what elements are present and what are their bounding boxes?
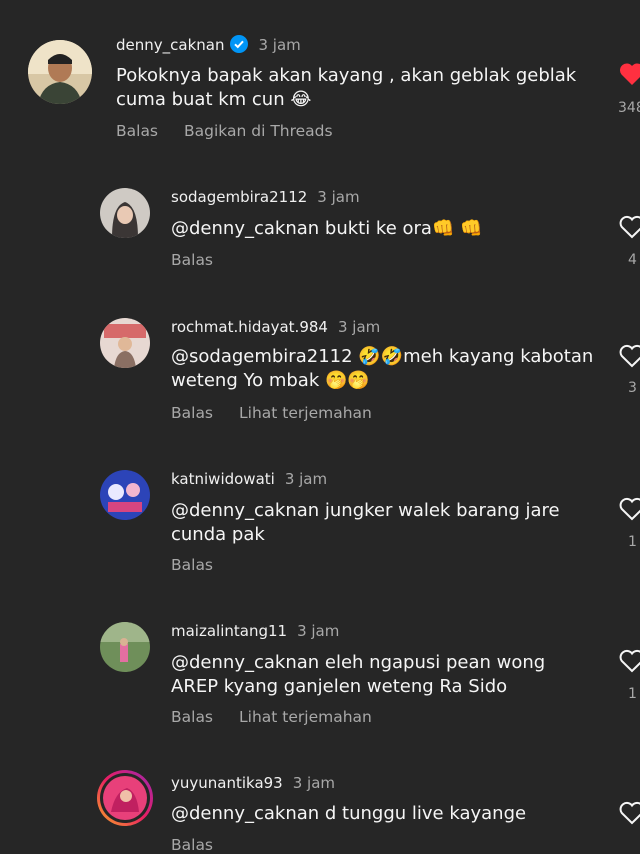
reply-button[interactable]: Balas [171,251,213,269]
comment-line: cuma buat km cun 😂 [116,89,312,110]
comment-actions: Balas [171,836,213,854]
comment-item: denny_caknan 3 jam Pokoknya bapak akan ka… [0,0,640,160]
comment-line: AREP kyang ganjelen weteng Ra Sido [171,676,508,697]
comment-username[interactable]: yuyunantika93 3 jam [171,774,335,792]
avatar[interactable] [100,470,150,520]
comment-time: 3 jam [297,622,340,640]
verified-badge-icon [230,35,249,53]
comment-time: 3 jam [258,36,301,54]
comment-username[interactable]: rochmat.hidayat.984 3 jam [171,318,380,336]
comment-username[interactable]: denny_caknan 3 jam [116,35,301,54]
comment-text: Pokoknya bapak akan kayang , akan geblak… [116,64,576,112]
comment-actions: Balas Bagikan di Threads [116,122,333,140]
comment-item: sodagembira2112 3 jam @denny_caknan bukti… [0,160,640,310]
heart-outline-icon[interactable] [619,801,640,825]
avatar[interactable] [97,770,153,826]
comment-text: @denny_caknan bukti ke ora👊 👊 [171,217,483,241]
heart-outline-icon[interactable] [619,497,640,521]
comment-line: cunda pak [171,524,265,545]
comment-actions: Balas Lihat terjemahan [171,404,372,422]
like-count: 1 [628,686,637,702]
comment-line: @denny_caknan bukti ke ora👊 👊 [171,218,483,239]
comment-text: @denny_caknan jungker walek barang jare … [171,499,560,547]
avatar[interactable] [100,318,150,368]
comment-text: @denny_caknan eleh ngapusi pean wong ARE… [171,651,545,699]
comment-item: yuyunantika93 3 jam @denny_caknan d tungg… [0,766,640,854]
reply-button[interactable]: Balas [171,404,213,422]
reply-button[interactable]: Balas [171,556,213,574]
avatar[interactable] [28,40,92,104]
comment-time: 3 jam [292,774,336,792]
comment-text: @sodagembira2112 🤣🤣meh kayang kabotan we… [171,345,593,393]
see-translation-button[interactable]: Lihat terjemahan [239,404,372,422]
see-translation-button[interactable]: Lihat terjemahan [239,708,372,726]
heart-outline-icon[interactable] [619,344,640,368]
comment-time: 3 jam [337,318,381,336]
heart-outline-icon[interactable] [619,649,640,673]
heart-outline-icon[interactable] [619,215,640,239]
comment-time: 3 jam [284,470,328,488]
comment-line: @denny_caknan jungker walek barang jare [171,500,560,521]
reply-button[interactable]: Balas [171,708,213,726]
share-threads-button[interactable]: Bagikan di Threads [184,122,333,140]
comment-line: @denny_caknan d tunggu live kayange [171,803,527,824]
comment-line: @denny_caknan eleh ngapusi pean wong [171,652,546,673]
like-count: 348 [618,100,640,116]
comment-username[interactable]: katniwidowati 3 jam [171,470,327,488]
comment-username[interactable]: sodagembira2112 3 jam [171,188,360,206]
comment-actions: Balas [171,251,213,269]
comment-line: @sodagembira2112 🤣🤣meh kayang kabotan [171,346,594,367]
avatar[interactable] [100,188,150,238]
comment-username[interactable]: maizalintang11 3 jam [171,622,339,640]
heart-filled-icon[interactable] [619,62,640,86]
comment-item: maizalintang11 3 jam @denny_caknan eleh n… [0,614,640,766]
comment-line: weteng Yo mbak 🤭🤭 [171,370,370,391]
comment-time: 3 jam [317,188,360,206]
comment-actions: Balas [171,556,213,574]
comment-line: Pokoknya bapak akan kayang , akan geblak… [116,65,577,86]
like-count: 1 [628,534,637,550]
comment-text: @denny_caknan d tunggu live kayange [171,802,526,826]
like-count: 4 [628,252,637,268]
comment-item: rochmat.hidayat.984 3 jam @sodagembira211… [0,310,640,462]
comment-actions: Balas Lihat terjemahan [171,708,372,726]
comment-item: katniwidowati 3 jam @denny_caknan jungker… [0,462,640,614]
like-count: 3 [628,380,637,396]
avatar[interactable] [100,622,150,672]
reply-button[interactable]: Balas [171,836,213,854]
reply-button[interactable]: Balas [116,122,158,140]
